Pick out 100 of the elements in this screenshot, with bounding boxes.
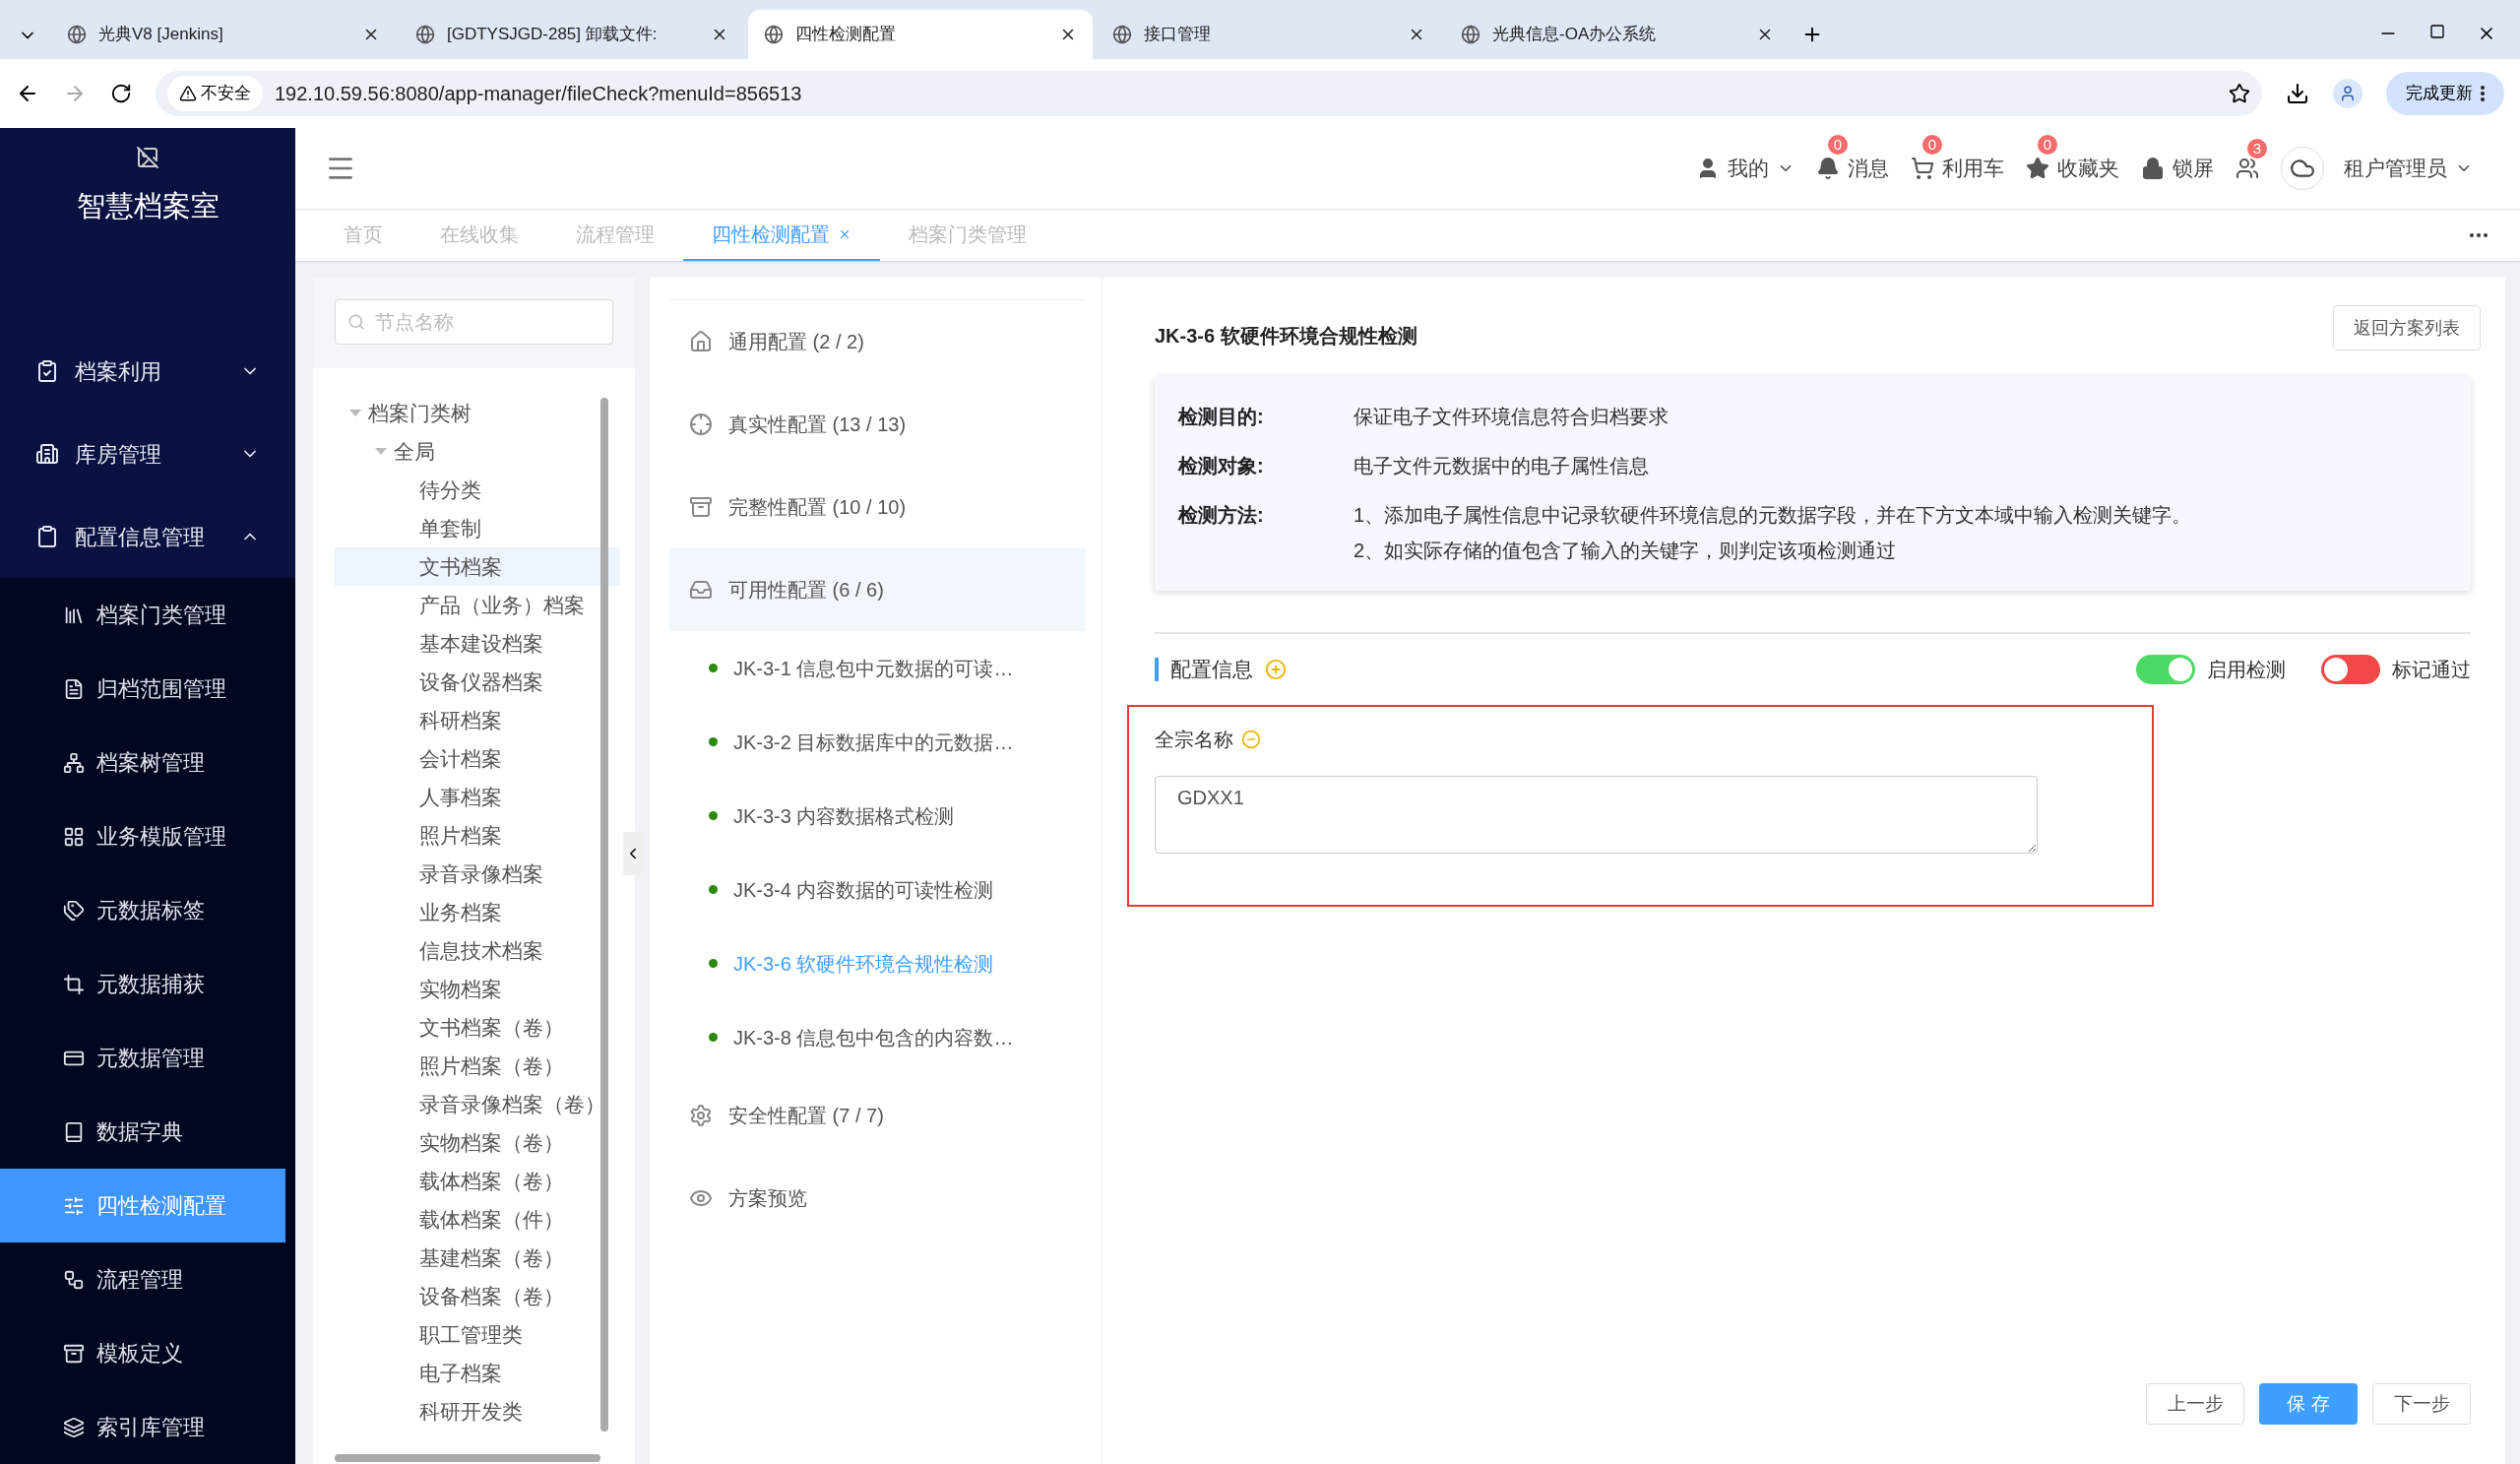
tree-node[interactable]: 基建档案（卷） [335,1239,620,1277]
header-action[interactable] [2236,157,2259,180]
browser-tab[interactable]: 接口管理 [1097,10,1441,59]
toggle-switch[interactable] [2321,655,2380,684]
book-icon [63,1120,85,1143]
step-button[interactable]: 下一步 [2372,1383,2471,1425]
tree-node[interactable]: 信息技术档案 [335,931,620,970]
menu-item[interactable]: 索引库管理 [0,1390,285,1464]
broken-image-icon [136,146,159,169]
browser-tab[interactable]: [GDTYSJGD-285] 卸载文件: [400,10,744,59]
tree-node[interactable]: 档案门类树 [335,394,620,432]
tree-node[interactable]: 设备仪器档案 [335,663,620,701]
keyword-textarea[interactable]: GDXX1 [1155,776,2038,854]
menu-item[interactable]: 业务模版管理 [0,799,285,873]
menu-item[interactable]: 流程管理 [0,1242,285,1316]
config-section[interactable]: 真实性配置 (13 / 13) [669,383,1086,466]
app-title: 智慧档案室 [76,189,220,223]
collapse-panel-button[interactable] [623,832,643,875]
tree-node[interactable]: 会计档案 [335,739,620,778]
check-item[interactable]: JK-3-2 目标数据库中的元数据… [669,705,1086,779]
menu-item[interactable]: 数据字典 [0,1095,285,1169]
tree-node[interactable]: 职工管理类 [335,1315,620,1354]
browser-tab[interactable]: 光典信息-OA办公系统 [1445,10,1790,59]
update-button[interactable]: 完成更新 [2386,72,2504,115]
node-search-field[interactable]: 节点名称 [335,299,613,345]
horizontal-scrollbar[interactable] [335,1454,600,1462]
toggle-label: 标记通过 [2392,658,2471,682]
count-badge: 0 [2036,133,2059,158]
menu-item[interactable]: 归档范围管理 [0,652,285,726]
back-to-list-button[interactable]: 返回方案列表 [2333,305,2481,350]
tree-node[interactable]: 全局 [335,432,620,471]
tree-node[interactable]: 文书档案（卷） [335,1008,620,1047]
tree-node[interactable]: 实物档案（卷） [335,1123,620,1162]
menu-item[interactable]: 元数据捕获 [0,947,285,1021]
step-button[interactable]: 上一步 [2146,1383,2244,1425]
download-icon[interactable] [2286,82,2309,105]
tree-node[interactable]: 照片档案（卷） [335,1047,620,1085]
tree-node[interactable]: 载体档案（卷） [335,1162,620,1200]
tree-node[interactable]: 照片档案 [335,816,620,855]
sliders-icon [63,1194,85,1217]
menu-item[interactable]: 档案门类管理 [0,578,285,652]
check-item[interactable]: JK-3-1 信息包中元数据的可读… [669,631,1086,705]
search-icon [347,313,365,331]
tree-node[interactable]: 载体档案（件） [335,1200,620,1239]
check-item[interactable]: JK-3-4 内容数据的可读性检测 [669,853,1086,926]
header-action[interactable]: 租户管理员 [2281,147,2473,190]
info-text: 保证电子文件环境信息符合归档要求 [1354,405,1669,429]
reload-icon[interactable] [110,83,132,104]
address-bar[interactable]: 不安全 192.10.59.56:8080/app-manager/fileCheck?menuId=856513 [156,71,2262,116]
config-section[interactable]: 通用配置 (2 / 2) [669,300,1086,383]
config-section[interactable]: 安全性配置 (7 / 7) [669,1074,1086,1157]
tree-node[interactable]: 实物档案 [335,970,620,1008]
tree-node[interactable]: 科研档案 [335,701,620,739]
more-icon [2481,86,2485,101]
expanded-caret-icon [375,448,387,455]
hierarchy-icon [63,751,85,774]
menu-item[interactable]: 元数据标签 [0,873,285,947]
tree-node[interactable]: 基本建设档案 [335,624,620,663]
config-section[interactable]: 完整性配置 (10 / 10) [669,466,1086,548]
warning-icon [179,85,197,102]
menu-item[interactable]: 档案树管理 [0,726,285,799]
house-icon [689,330,713,353]
info-text: 1、添加电子属性信息中记录软硬件环境信息的元数据字段，并在下方文本域中输入检测关键字。 [1354,503,2192,528]
browser-tab[interactable]: 光典V8 [Jenkins] [51,10,396,59]
tree-node[interactable]: 文书档案 [335,547,620,586]
tree-node[interactable]: 录音录像档案 [335,855,620,893]
menu-group[interactable]: 配置信息管理 [0,495,295,578]
tray-icon [63,1342,85,1365]
tab-title: 光典信息-OA办公系统 [1492,24,1658,46]
tree-node[interactable]: 待分类 [335,471,620,509]
tree-node[interactable]: 设备档案（卷） [335,1277,620,1315]
star-icon [2026,157,2049,180]
check-item[interactable]: JK-3-3 内容数据格式检测 [669,779,1086,853]
crosshair-icon [689,413,713,436]
menu-group[interactable]: 档案利用 [0,330,295,413]
toggle-switch[interactable] [2136,655,2195,684]
menu-item[interactable]: 元数据管理 [0,1021,285,1095]
tree-node[interactable]: 录音录像档案（卷） [335,1085,620,1123]
tree-node[interactable]: 电子档案 [335,1354,620,1392]
bookmark-star-icon[interactable] [2229,83,2250,104]
config-section[interactable]: 可用性配置 (6 / 6) [669,548,1086,631]
tree-node[interactable]: 科研开发类 [335,1392,620,1431]
globe-icon [415,25,435,44]
tree-node[interactable]: 单套制 [335,509,620,547]
info-label: 检测对象: [1178,454,1265,478]
menu-group[interactable]: 库房管理 [0,413,295,495]
restore-icon[interactable] [2429,24,2445,39]
browser-tab[interactable]: 四性检测配置 [748,10,1093,59]
tree-node[interactable]: 产品（业务）档案 [335,586,620,624]
header-action[interactable]: 我的 [1696,153,1795,184]
header-action[interactable]: 锁屏 [2141,153,2214,184]
tree-node[interactable]: 人事档案 [335,778,620,816]
menu-item[interactable]: 模板定义 [0,1316,285,1390]
vertical-scrollbar[interactable] [600,398,608,1432]
profile-avatar[interactable] [2333,79,2362,108]
check-item[interactable]: JK-3-8 信息包中包含的内容数… [669,1000,1086,1074]
globe-icon [1461,25,1480,44]
document-icon [63,677,85,700]
config-section[interactable]: 方案预览 [669,1157,1086,1240]
tree-node[interactable]: 业务档案 [335,893,620,931]
